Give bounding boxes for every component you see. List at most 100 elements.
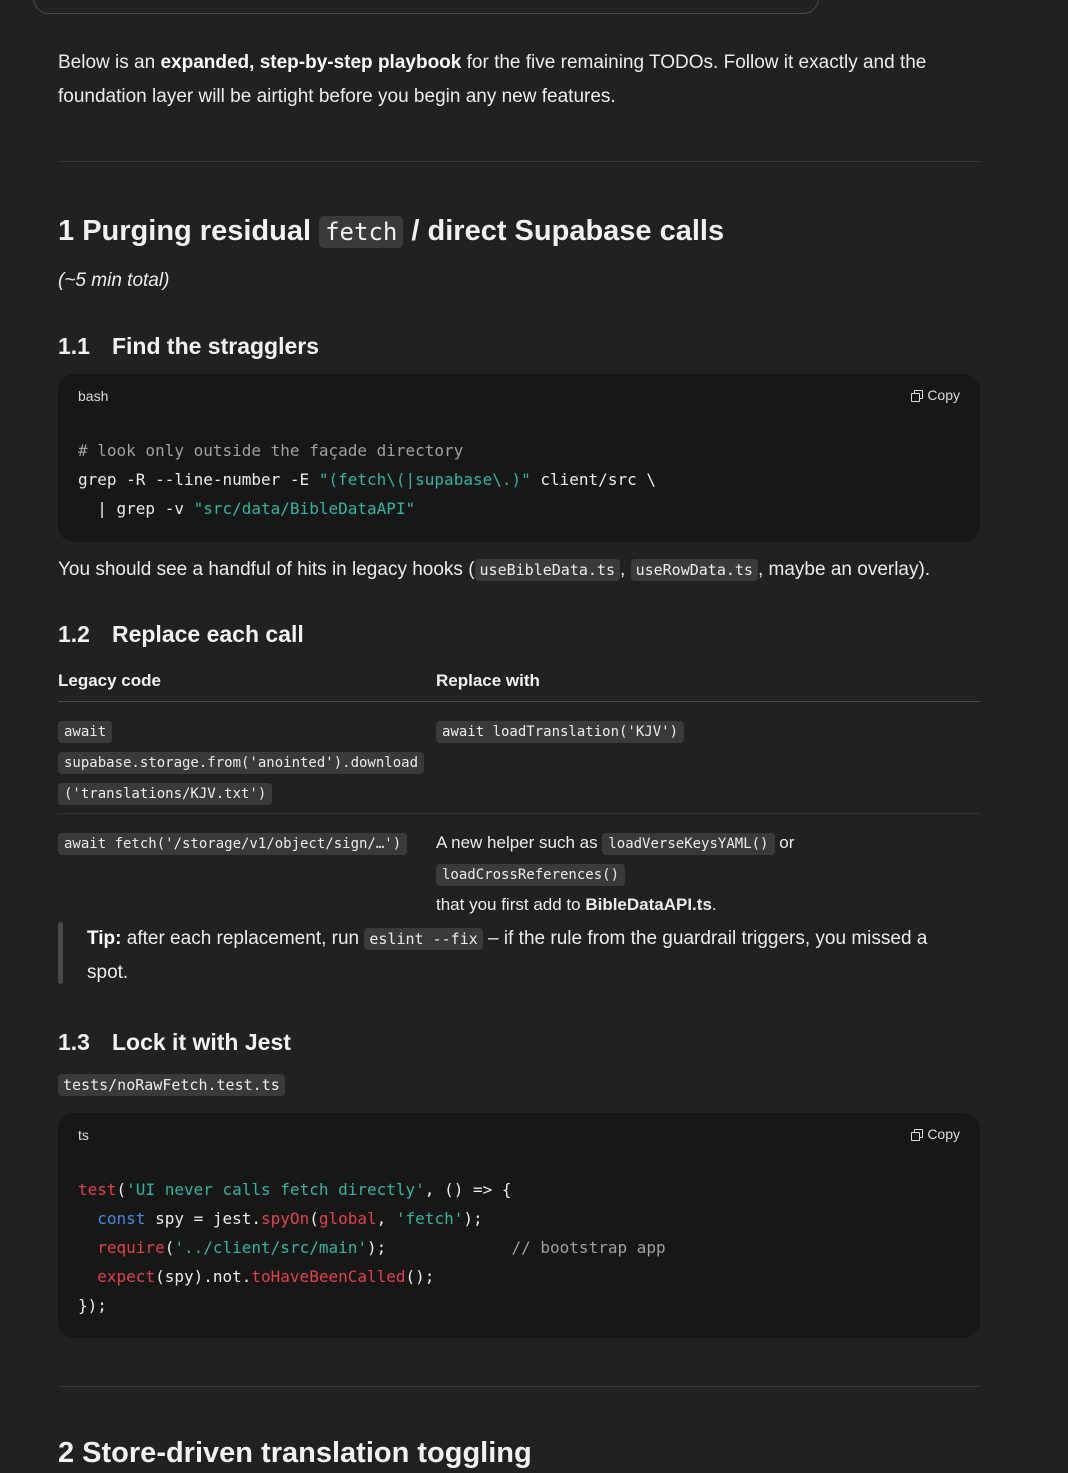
code-token: ,	[376, 1209, 396, 1228]
code-token: global	[318, 1209, 377, 1228]
cell-text-bold: BibleDataAPI.ts	[585, 895, 712, 914]
ts-code-block: ts Copy test('UI never calls fetch direc…	[58, 1113, 980, 1338]
step-1-1-followup: You should see a handful of hits in lega…	[58, 553, 980, 587]
code-token: '../client/src/main'	[174, 1238, 367, 1257]
followup-text: You should see a handful of hits in lega…	[58, 559, 475, 580]
inline-code: ('translations/KJV.txt')	[58, 783, 273, 805]
copy-button-label: Copy	[927, 1126, 960, 1142]
inline-code: await fetch('/storage/v1/object/sign/…')	[58, 833, 408, 855]
code-token: );	[367, 1238, 512, 1257]
followup-text: ,	[620, 559, 626, 580]
code-line: });	[78, 1291, 666, 1320]
section-2-heading: 2 Store-driven translation toggling	[58, 1437, 532, 1469]
code-token: expect	[97, 1267, 156, 1286]
copy-icon	[911, 1128, 924, 1141]
code-token: client/src \	[530, 470, 656, 489]
inline-code: tests/noRawFetch.test.ts	[58, 1074, 285, 1096]
intro-text-bold: expanded, step-by-step playbook	[160, 52, 462, 73]
step-number: 1.2	[58, 621, 90, 647]
code-token: ();	[405, 1267, 435, 1286]
step-number: 1.1	[58, 333, 90, 359]
cell-text: .	[711, 895, 717, 914]
code-token: require	[97, 1238, 165, 1257]
code-line: | grep -v "src/data/BibleDataAPI"	[78, 494, 656, 523]
code-token: spyOn	[261, 1209, 310, 1228]
code-language-label: bash	[78, 388, 109, 404]
tip-label: Tip:	[87, 928, 122, 949]
cell-text: or	[779, 833, 795, 852]
table-row-1-legacy: await supabase.storage.from('anointed').…	[58, 716, 425, 809]
table-header-replace: Replace with	[436, 671, 540, 690]
inline-code: eslint --fix	[364, 928, 483, 950]
code-line: # look only outside the façade directory	[78, 436, 656, 465]
code-token: 'UI never calls fetch directly'	[126, 1180, 425, 1199]
code-content: # look only outside the façade directory…	[78, 436, 656, 523]
code-token: test	[78, 1180, 117, 1199]
inline-code: loadCrossReferences()	[436, 864, 626, 886]
section-title-code: fetch	[319, 216, 404, 248]
code-line: expect(spy).not.toHaveBeenCalled();	[78, 1262, 666, 1291]
duration-note: (~5 min total)	[58, 270, 170, 291]
section-1-heading: 1 Purging residual fetch / direct Supaba…	[58, 211, 724, 252]
divider	[58, 161, 980, 162]
cell-text: that you first add to	[436, 895, 586, 914]
step-title: Find the stragglers	[111, 333, 320, 359]
code-token: (	[116, 1180, 127, 1199]
step-1-3-heading: 1.3 Lock it with Jest	[58, 1029, 291, 1056]
copy-button-label: Copy	[927, 387, 960, 403]
code-token: "(fetch\(|supabase\.)"	[318, 470, 531, 489]
inline-code: useRowData.ts	[630, 559, 758, 581]
code-language-label: ts	[78, 1127, 89, 1143]
code-content: test('UI never calls fetch directly', ()…	[78, 1175, 666, 1320]
code-token: (	[309, 1209, 319, 1228]
step-number: 1.3	[58, 1029, 90, 1055]
tip-text: Tip: after each replacement, run eslint …	[87, 922, 967, 989]
table-row-2-legacy: await fetch('/storage/v1/object/sign/…')	[58, 828, 408, 859]
inline-code: loadVerseKeysYAML()	[602, 833, 775, 855]
code-line: grep -R --line-number -E "(fetch\(|supab…	[78, 465, 656, 494]
intro-text-pre: Below is an	[58, 52, 161, 73]
code-token: grep -R --line-number -E	[78, 470, 319, 489]
code-token: // bootstrap app	[511, 1238, 666, 1257]
code-token: });	[78, 1296, 107, 1315]
code-line: require('../client/src/main'); // bootst…	[78, 1233, 666, 1262]
code-token: const	[97, 1209, 146, 1228]
table-header-line	[58, 701, 980, 702]
code-line: const spy = jest.spyOn(global, 'fetch');	[78, 1204, 666, 1233]
code-token: 'fetch'	[395, 1209, 464, 1228]
followup-text: , maybe an overlay).	[757, 559, 931, 580]
inline-code: await	[58, 721, 113, 743]
table-row-1-replace: await loadTranslation('KJV')	[436, 716, 685, 747]
code-token: "src/data/BibleDataAPI"	[193, 499, 416, 518]
copy-button[interactable]: Copy	[911, 1126, 960, 1142]
test-file-name: tests/noRawFetch.test.ts	[58, 1074, 285, 1096]
section-number: 1	[58, 215, 75, 247]
step-title: Replace each call	[111, 621, 304, 647]
table-row-2-replace: A new helper such as loadVerseKeysYAML()…	[436, 828, 980, 919]
table-row-line	[58, 813, 980, 814]
copy-icon	[911, 389, 924, 402]
code-token: (spy).not.	[155, 1267, 252, 1286]
step-1-2-heading: 1.2 Replace each call	[58, 621, 304, 648]
cell-text: A new helper such as	[436, 833, 598, 852]
tip-blockquote: Tip: after each replacement, run eslint …	[58, 922, 980, 984]
previous-code-block-edge	[33, 0, 819, 14]
intro-paragraph: Below is an expanded, step-by-step playb…	[58, 46, 980, 114]
inline-code: useBibleData.ts	[474, 559, 620, 581]
code-token: toHaveBeenCalled	[251, 1267, 406, 1286]
divider	[58, 1386, 980, 1387]
step-title: Lock it with Jest	[111, 1029, 291, 1055]
section-title-post: / direct Supabase calls	[411, 215, 725, 247]
copy-button[interactable]: Copy	[911, 387, 960, 403]
code-token: spy = jest.	[145, 1209, 262, 1228]
bash-code-block: bash Copy # look only outside the façade…	[58, 374, 980, 542]
table-header-legacy: Legacy code	[58, 671, 161, 690]
inline-code: supabase.storage.from('anointed').downlo…	[58, 752, 425, 774]
section-title-pre: Purging residual	[82, 215, 312, 247]
step-1-1-heading: 1.1 Find the stragglers	[58, 333, 319, 360]
code-line: test('UI never calls fetch directly', ()…	[78, 1175, 666, 1204]
code-token: , () => {	[424, 1180, 512, 1199]
